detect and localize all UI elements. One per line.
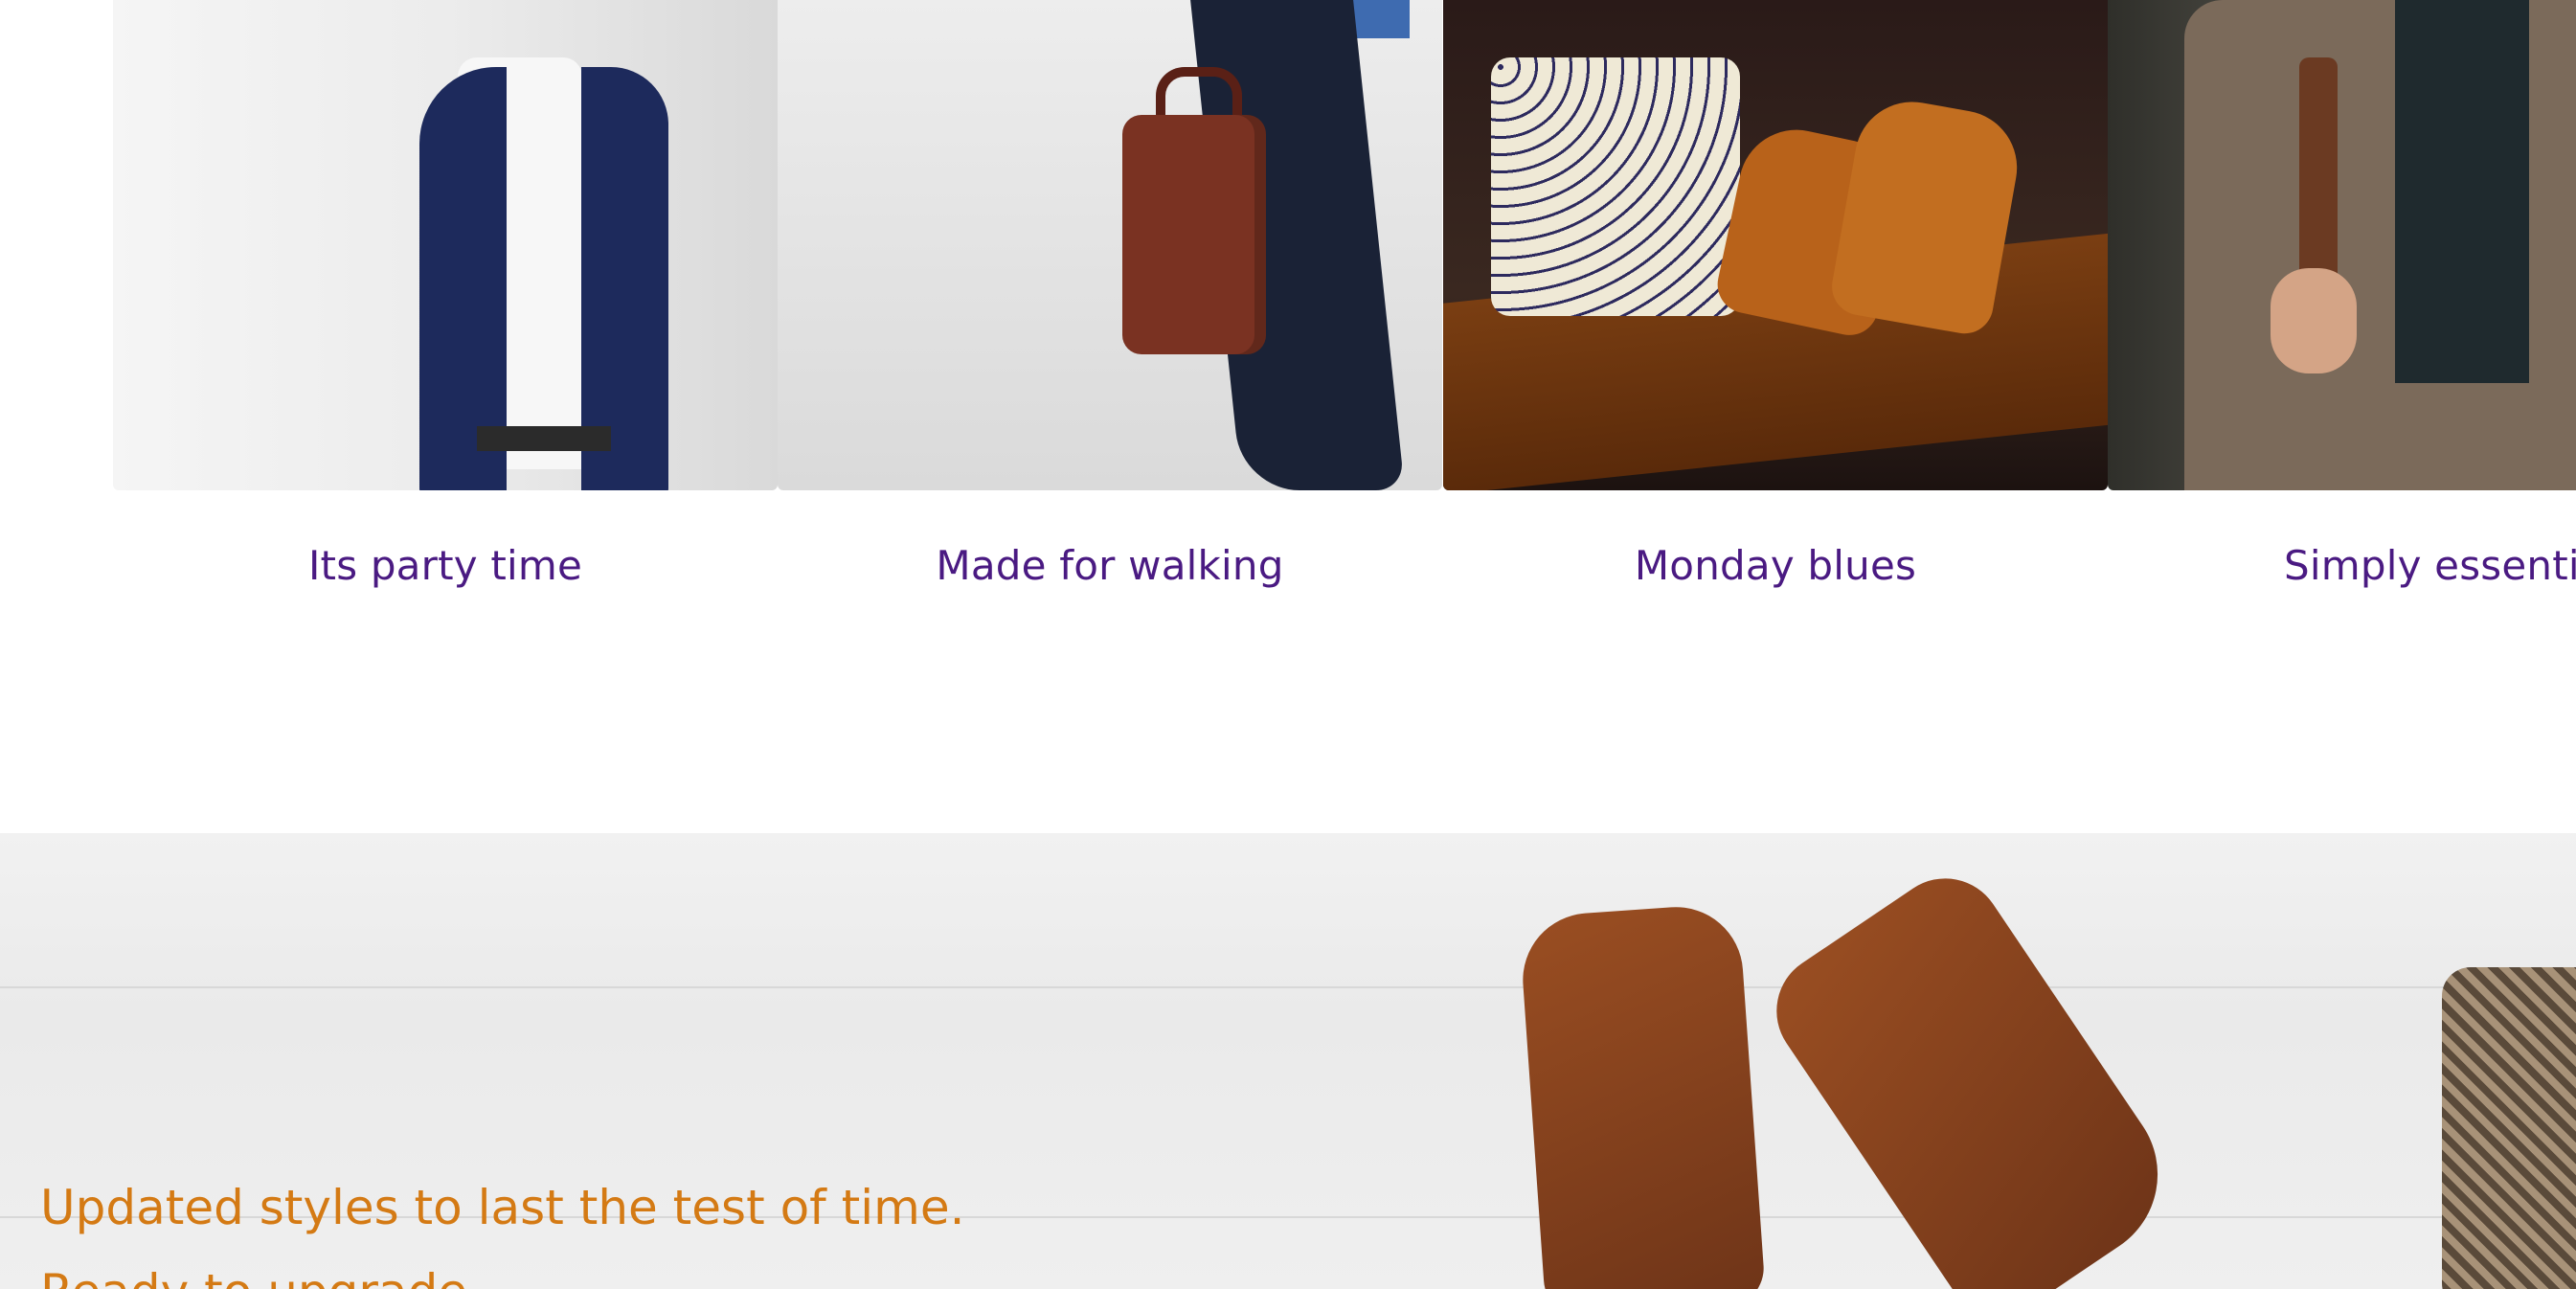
carousel-caption[interactable]: Made for walking bbox=[778, 542, 1442, 589]
banner-headline: Updated styles to last the test of time. bbox=[40, 1180, 965, 1235]
carousel-card[interactable]: Simply essentia bbox=[2108, 0, 2576, 670]
carousel-caption[interactable]: Its party time bbox=[113, 542, 778, 589]
shirts-and-shoes-photo[interactable] bbox=[1443, 0, 2108, 490]
tweed-jacket-photo[interactable] bbox=[2108, 0, 2576, 490]
carousel-card[interactable]: Monday blues bbox=[1443, 0, 2108, 670]
carousel-card[interactable]: Made for walking bbox=[778, 0, 1442, 670]
boot-image bbox=[1518, 902, 1767, 1289]
wood-plank-line bbox=[0, 986, 2576, 988]
banner-subline: Ready to upgrade... bbox=[40, 1264, 513, 1289]
promo-banner: Updated styles to last the test of time.… bbox=[0, 833, 2576, 1289]
boot-image bbox=[1753, 856, 2192, 1289]
carousel-card[interactable]: Its party time bbox=[113, 0, 778, 670]
suited-man-photo[interactable] bbox=[113, 0, 778, 490]
carousel-caption[interactable]: Monday blues bbox=[1443, 542, 2108, 589]
carousel-caption[interactable]: Simply essentia bbox=[2284, 542, 2576, 589]
sweater-image bbox=[2442, 967, 2576, 1289]
briefcase-walking-photo[interactable] bbox=[778, 0, 1442, 490]
product-carousel: Its party time Made for walking Monday b… bbox=[0, 0, 2576, 690]
